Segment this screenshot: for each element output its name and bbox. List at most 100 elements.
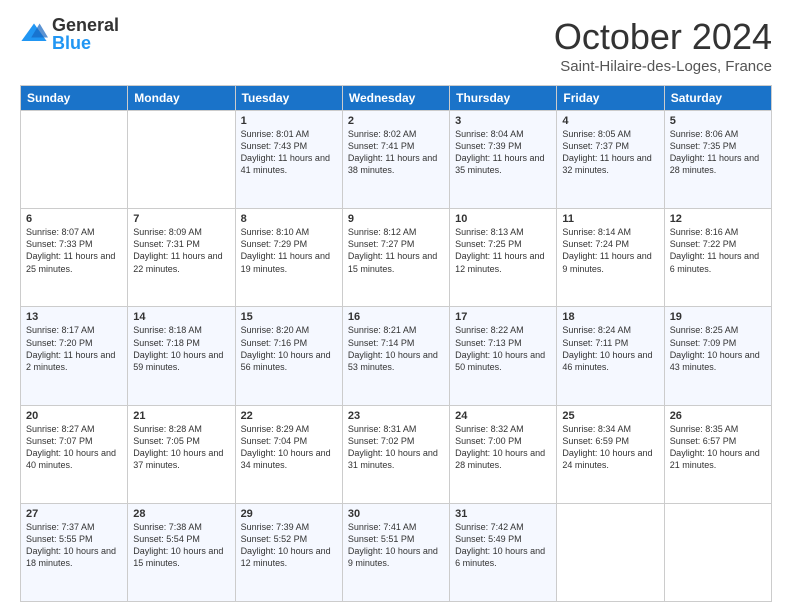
week-row-0: 1Sunrise: 8:01 AM Sunset: 7:43 PM Daylig… — [21, 111, 772, 209]
logo-general-text: General — [52, 16, 119, 34]
day-cell: 9Sunrise: 8:12 AM Sunset: 7:27 PM Daylig… — [342, 209, 449, 307]
day-info: Sunrise: 8:35 AM Sunset: 6:57 PM Dayligh… — [670, 423, 766, 472]
day-info: Sunrise: 7:41 AM Sunset: 5:51 PM Dayligh… — [348, 521, 444, 570]
day-info: Sunrise: 8:06 AM Sunset: 7:35 PM Dayligh… — [670, 128, 766, 177]
day-info: Sunrise: 7:39 AM Sunset: 5:52 PM Dayligh… — [241, 521, 337, 570]
day-number: 10 — [455, 213, 551, 225]
day-cell: 14Sunrise: 8:18 AM Sunset: 7:18 PM Dayli… — [128, 307, 235, 405]
day-cell: 27Sunrise: 7:37 AM Sunset: 5:55 PM Dayli… — [21, 503, 128, 601]
day-info: Sunrise: 8:17 AM Sunset: 7:20 PM Dayligh… — [26, 324, 122, 373]
day-number: 28 — [133, 508, 229, 520]
location-title: Saint-Hilaire-des-Loges, France — [554, 58, 772, 75]
day-number: 12 — [670, 213, 766, 225]
day-number: 25 — [562, 410, 658, 422]
day-info: Sunrise: 8:04 AM Sunset: 7:39 PM Dayligh… — [455, 128, 551, 177]
day-cell: 26Sunrise: 8:35 AM Sunset: 6:57 PM Dayli… — [664, 405, 771, 503]
day-cell: 20Sunrise: 8:27 AM Sunset: 7:07 PM Dayli… — [21, 405, 128, 503]
weekday-header-friday: Friday — [557, 86, 664, 111]
day-info: Sunrise: 8:18 AM Sunset: 7:18 PM Dayligh… — [133, 324, 229, 373]
day-number: 13 — [26, 311, 122, 323]
day-cell — [664, 503, 771, 601]
day-number: 26 — [670, 410, 766, 422]
day-cell: 6Sunrise: 8:07 AM Sunset: 7:33 PM Daylig… — [21, 209, 128, 307]
day-info: Sunrise: 8:21 AM Sunset: 7:14 PM Dayligh… — [348, 324, 444, 373]
day-cell: 5Sunrise: 8:06 AM Sunset: 7:35 PM Daylig… — [664, 111, 771, 209]
calendar-table: SundayMondayTuesdayWednesdayThursdayFrid… — [20, 85, 772, 602]
day-cell: 30Sunrise: 7:41 AM Sunset: 5:51 PM Dayli… — [342, 503, 449, 601]
logo-text: General Blue — [52, 16, 119, 52]
day-info: Sunrise: 8:31 AM Sunset: 7:02 PM Dayligh… — [348, 423, 444, 472]
day-info: Sunrise: 8:13 AM Sunset: 7:25 PM Dayligh… — [455, 226, 551, 275]
day-cell: 18Sunrise: 8:24 AM Sunset: 7:11 PM Dayli… — [557, 307, 664, 405]
day-info: Sunrise: 8:12 AM Sunset: 7:27 PM Dayligh… — [348, 226, 444, 275]
day-cell: 25Sunrise: 8:34 AM Sunset: 6:59 PM Dayli… — [557, 405, 664, 503]
day-cell: 16Sunrise: 8:21 AM Sunset: 7:14 PM Dayli… — [342, 307, 449, 405]
day-info: Sunrise: 8:27 AM Sunset: 7:07 PM Dayligh… — [26, 423, 122, 472]
day-cell: 4Sunrise: 8:05 AM Sunset: 7:37 PM Daylig… — [557, 111, 664, 209]
weekday-header-wednesday: Wednesday — [342, 86, 449, 111]
week-row-1: 6Sunrise: 8:07 AM Sunset: 7:33 PM Daylig… — [21, 209, 772, 307]
day-info: Sunrise: 7:37 AM Sunset: 5:55 PM Dayligh… — [26, 521, 122, 570]
day-cell: 8Sunrise: 8:10 AM Sunset: 7:29 PM Daylig… — [235, 209, 342, 307]
day-number: 5 — [670, 115, 766, 127]
day-info: Sunrise: 8:28 AM Sunset: 7:05 PM Dayligh… — [133, 423, 229, 472]
weekday-header-monday: Monday — [128, 86, 235, 111]
day-number: 31 — [455, 508, 551, 520]
weekday-header-row: SundayMondayTuesdayWednesdayThursdayFrid… — [21, 86, 772, 111]
day-number: 2 — [348, 115, 444, 127]
logo-blue-text: Blue — [52, 34, 119, 52]
day-cell: 28Sunrise: 7:38 AM Sunset: 5:54 PM Dayli… — [128, 503, 235, 601]
day-info: Sunrise: 8:25 AM Sunset: 7:09 PM Dayligh… — [670, 324, 766, 373]
title-block: October 2024 Saint-Hilaire-des-Loges, Fr… — [554, 16, 772, 75]
day-number: 19 — [670, 311, 766, 323]
weekday-header-tuesday: Tuesday — [235, 86, 342, 111]
day-number: 14 — [133, 311, 229, 323]
day-number: 21 — [133, 410, 229, 422]
day-info: Sunrise: 8:32 AM Sunset: 7:00 PM Dayligh… — [455, 423, 551, 472]
day-info: Sunrise: 8:02 AM Sunset: 7:41 PM Dayligh… — [348, 128, 444, 177]
day-number: 3 — [455, 115, 551, 127]
day-info: Sunrise: 8:14 AM Sunset: 7:24 PM Dayligh… — [562, 226, 658, 275]
day-cell: 10Sunrise: 8:13 AM Sunset: 7:25 PM Dayli… — [450, 209, 557, 307]
day-cell: 11Sunrise: 8:14 AM Sunset: 7:24 PM Dayli… — [557, 209, 664, 307]
week-row-4: 27Sunrise: 7:37 AM Sunset: 5:55 PM Dayli… — [21, 503, 772, 601]
week-row-3: 20Sunrise: 8:27 AM Sunset: 7:07 PM Dayli… — [21, 405, 772, 503]
day-number: 16 — [348, 311, 444, 323]
day-cell: 12Sunrise: 8:16 AM Sunset: 7:22 PM Dayli… — [664, 209, 771, 307]
header: General Blue October 2024 Saint-Hilaire-… — [20, 16, 772, 75]
day-info: Sunrise: 8:24 AM Sunset: 7:11 PM Dayligh… — [562, 324, 658, 373]
day-cell: 31Sunrise: 7:42 AM Sunset: 5:49 PM Dayli… — [450, 503, 557, 601]
day-info: Sunrise: 8:07 AM Sunset: 7:33 PM Dayligh… — [26, 226, 122, 275]
week-row-2: 13Sunrise: 8:17 AM Sunset: 7:20 PM Dayli… — [21, 307, 772, 405]
day-cell: 21Sunrise: 8:28 AM Sunset: 7:05 PM Dayli… — [128, 405, 235, 503]
day-number: 29 — [241, 508, 337, 520]
month-title: October 2024 — [554, 16, 772, 58]
day-cell: 19Sunrise: 8:25 AM Sunset: 7:09 PM Dayli… — [664, 307, 771, 405]
day-info: Sunrise: 8:09 AM Sunset: 7:31 PM Dayligh… — [133, 226, 229, 275]
logo-icon — [20, 20, 48, 48]
day-cell — [557, 503, 664, 601]
day-number: 8 — [241, 213, 337, 225]
weekday-header-sunday: Sunday — [21, 86, 128, 111]
day-info: Sunrise: 8:01 AM Sunset: 7:43 PM Dayligh… — [241, 128, 337, 177]
page: General Blue October 2024 Saint-Hilaire-… — [0, 0, 792, 612]
day-cell: 3Sunrise: 8:04 AM Sunset: 7:39 PM Daylig… — [450, 111, 557, 209]
day-number: 24 — [455, 410, 551, 422]
day-info: Sunrise: 8:29 AM Sunset: 7:04 PM Dayligh… — [241, 423, 337, 472]
day-info: Sunrise: 8:16 AM Sunset: 7:22 PM Dayligh… — [670, 226, 766, 275]
day-info: Sunrise: 8:10 AM Sunset: 7:29 PM Dayligh… — [241, 226, 337, 275]
day-number: 7 — [133, 213, 229, 225]
day-cell: 22Sunrise: 8:29 AM Sunset: 7:04 PM Dayli… — [235, 405, 342, 503]
day-cell: 7Sunrise: 8:09 AM Sunset: 7:31 PM Daylig… — [128, 209, 235, 307]
day-info: Sunrise: 8:22 AM Sunset: 7:13 PM Dayligh… — [455, 324, 551, 373]
day-number: 18 — [562, 311, 658, 323]
day-cell: 2Sunrise: 8:02 AM Sunset: 7:41 PM Daylig… — [342, 111, 449, 209]
day-cell — [21, 111, 128, 209]
day-cell — [128, 111, 235, 209]
day-cell: 13Sunrise: 8:17 AM Sunset: 7:20 PM Dayli… — [21, 307, 128, 405]
day-cell: 24Sunrise: 8:32 AM Sunset: 7:00 PM Dayli… — [450, 405, 557, 503]
day-number: 27 — [26, 508, 122, 520]
day-info: Sunrise: 8:05 AM Sunset: 7:37 PM Dayligh… — [562, 128, 658, 177]
day-cell: 1Sunrise: 8:01 AM Sunset: 7:43 PM Daylig… — [235, 111, 342, 209]
day-number: 20 — [26, 410, 122, 422]
